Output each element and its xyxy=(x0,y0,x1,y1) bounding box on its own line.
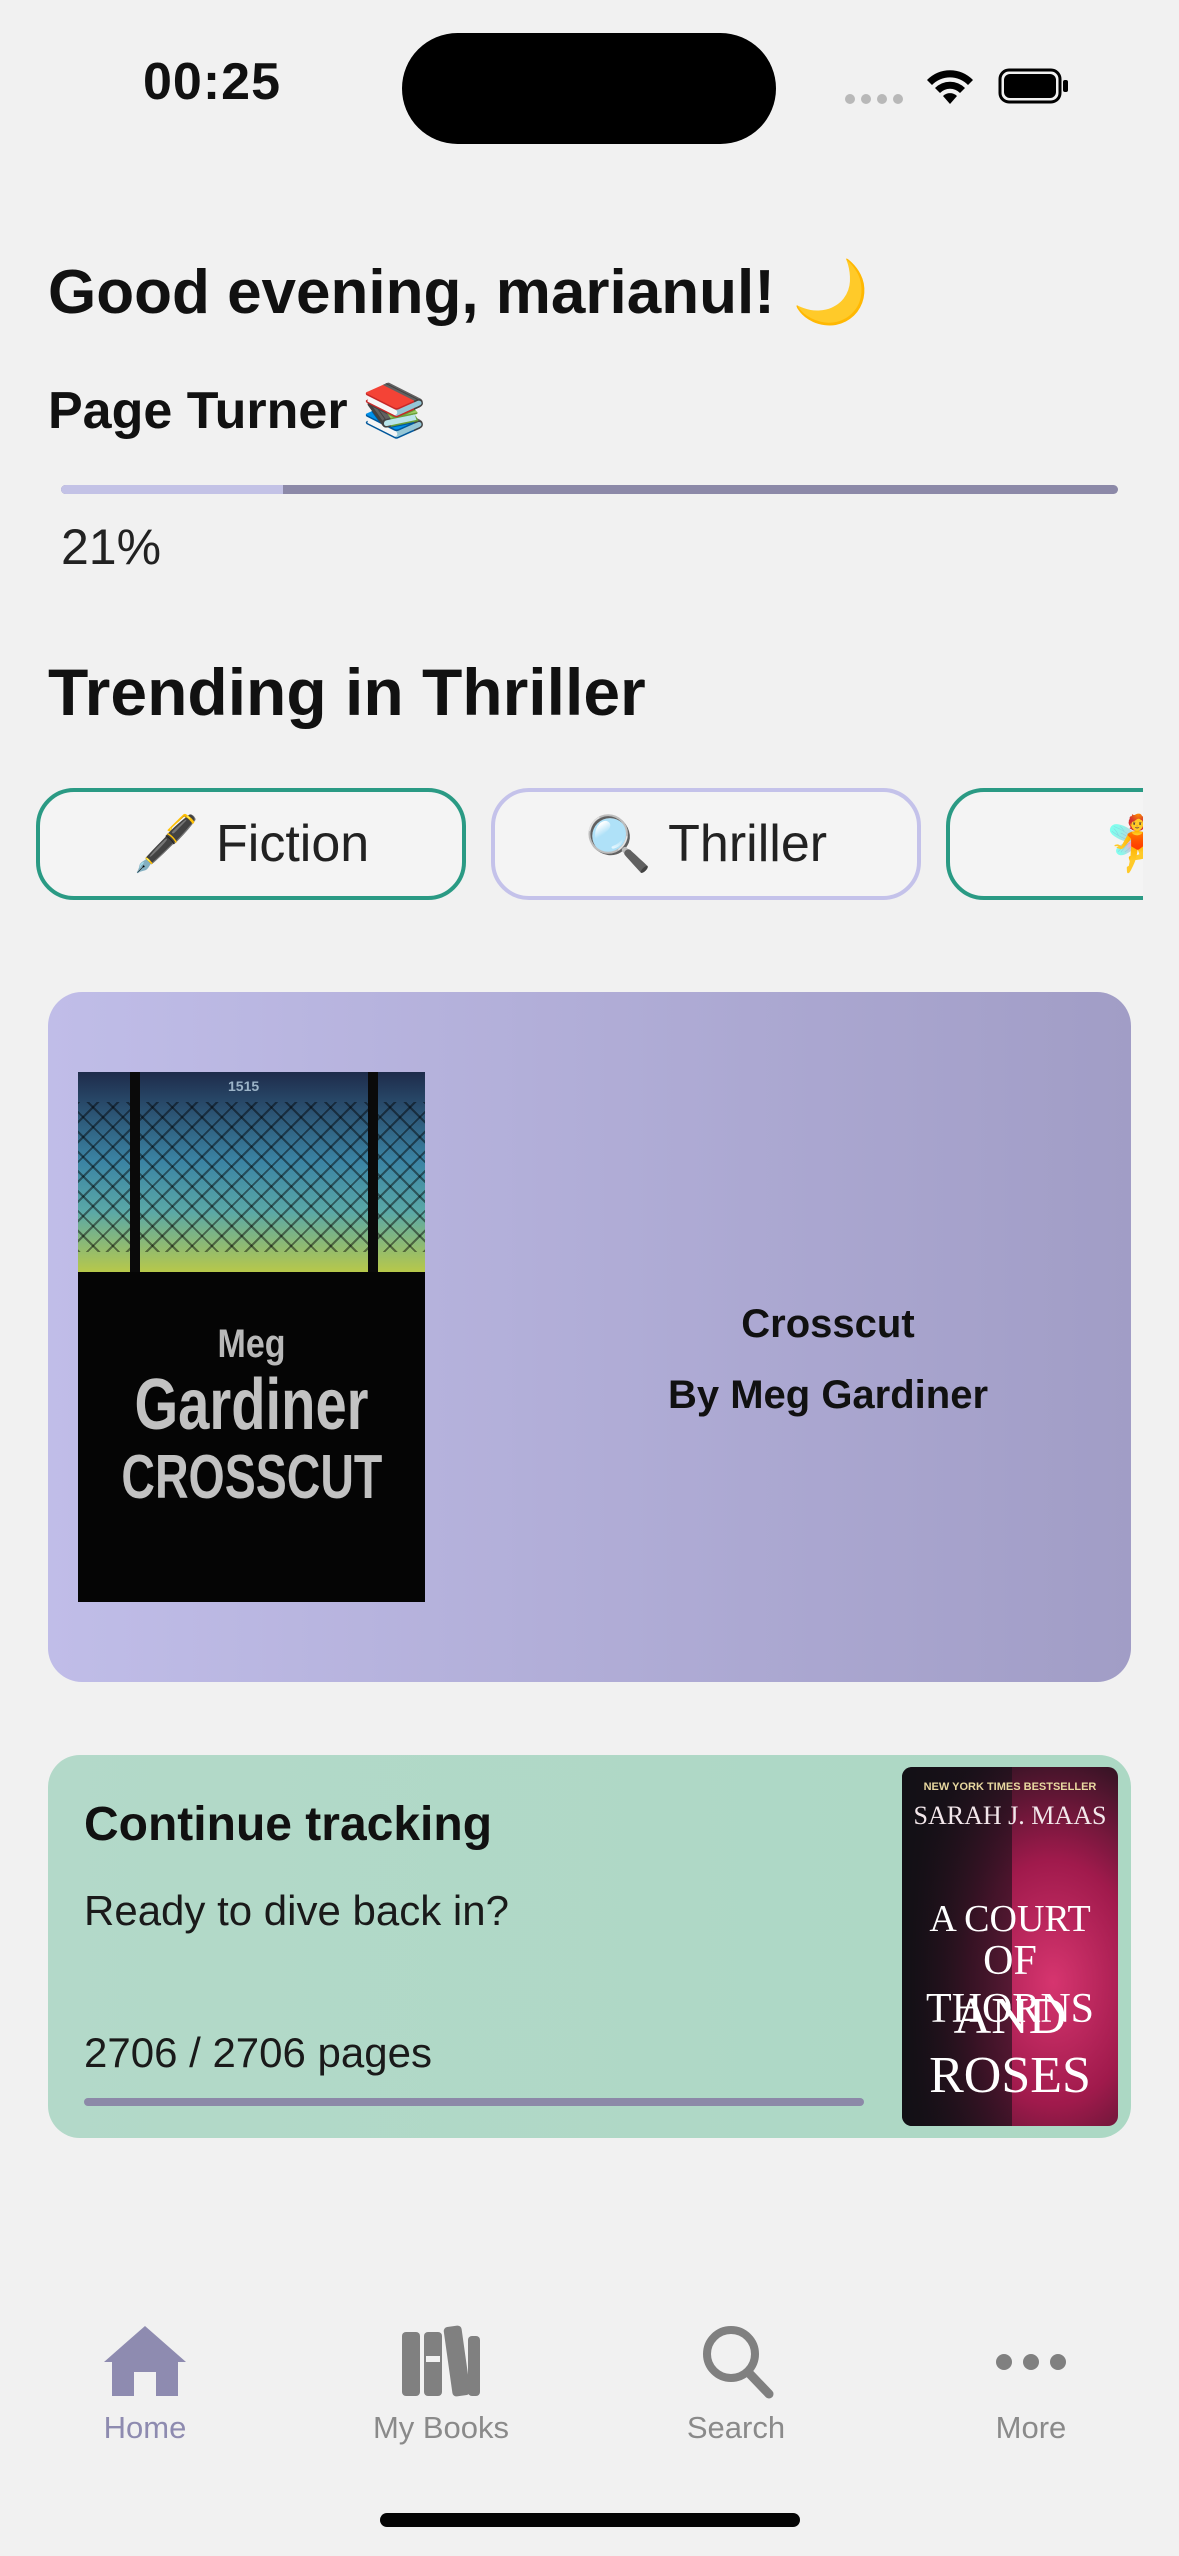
continue-tracking-card[interactable]: Continue tracking Ready to dive back in?… xyxy=(48,1755,1131,2138)
genre-chip-thriller[interactable]: 🔍 Thriller xyxy=(491,788,921,900)
cellular-signal-icon xyxy=(845,94,903,104)
tab-home[interactable]: Home xyxy=(45,2320,245,2446)
genre-chip-fiction[interactable]: 🖋️ Fiction xyxy=(36,788,466,900)
reading-level-progress-fill xyxy=(61,485,283,494)
continue-tracking-subtitle: Ready to dive back in? xyxy=(84,1887,509,1934)
bottom-tab-bar: Home My Books Search More xyxy=(0,2300,1179,2490)
continue-tracking-title: Continue tracking xyxy=(84,1798,493,1851)
cover-title: CROSSCUT xyxy=(121,1443,383,1512)
trending-book-title: Crosscut xyxy=(741,1302,915,1346)
trending-book-card[interactable]: 1515 Meg Gardiner CROSSCUT Crosscut By M… xyxy=(48,992,1131,1682)
tab-search-label: Search xyxy=(686,2410,786,2445)
reading-level-progress-bar xyxy=(61,485,1118,494)
battery-icon xyxy=(998,68,1068,104)
greeting-heading: Good evening, marianul! 🌙 xyxy=(48,258,870,327)
book-cover-crosscut: 1515 Meg Gardiner CROSSCUT xyxy=(78,1072,425,1602)
tab-search[interactable]: Search xyxy=(636,2320,836,2446)
pages-progress-text: 2706 / 2706 pages xyxy=(84,2029,432,2076)
search-icon xyxy=(703,2326,774,2399)
cover-author-last: Gardiner xyxy=(134,1365,369,1445)
status-time: 00:25 xyxy=(143,53,281,111)
trending-book-author: By Meg Gardiner xyxy=(667,1373,989,1417)
genre-chip-label: Thriller xyxy=(668,815,828,873)
cover-title-line1: A COURT xyxy=(929,1898,1091,1940)
more-icon xyxy=(996,2354,1066,2370)
tab-my-books-label: My Books xyxy=(372,2410,510,2445)
house-icon xyxy=(104,2326,186,2396)
book-cover-court-of-thorns-and-roses: NEW YORK TIMES BESTSELLER SARAH J. MAAS … xyxy=(902,1767,1118,2126)
pages-progress-fill xyxy=(84,2098,864,2106)
cover-title-line3: AND ROSES xyxy=(929,1988,1091,2104)
cover-banner: NEW YORK TIMES BESTSELLER xyxy=(923,1781,1097,1793)
reading-level-percent: 21% xyxy=(61,519,162,575)
trending-book-info: Crosscut By Meg Gardiner xyxy=(538,1302,1118,1418)
tab-more[interactable]: More xyxy=(931,2320,1131,2446)
tab-my-books[interactable]: My Books xyxy=(341,2320,541,2446)
genre-chip-fantasy[interactable]: 🧚 F xyxy=(946,788,1143,900)
tab-more-label: More xyxy=(995,2410,1067,2445)
wifi-icon xyxy=(927,70,973,104)
pages-progress-bar xyxy=(84,2098,864,2106)
cover-number: 1515 xyxy=(228,1078,260,1094)
fairy-icon: 🧚 xyxy=(1103,813,1143,874)
reading-level-title: Page Turner 📚 xyxy=(48,382,427,440)
genre-chip-scroller[interactable]: 🖋️ Fiction 🔍 Thriller 🧚 F xyxy=(36,788,1143,908)
books-icon xyxy=(402,2325,480,2397)
home-screen: 00:25 Good evening, marianul! 🌙 Page Tur… xyxy=(0,0,1179,2556)
cover-author-first: Meg xyxy=(217,1322,286,1366)
genre-chip-label: Fiction xyxy=(216,815,370,873)
home-indicator[interactable] xyxy=(380,2513,800,2527)
magnifying-glass-icon: 🔍 xyxy=(584,813,653,874)
fountain-pen-icon: 🖋️ xyxy=(132,813,201,874)
cover-author: SARAH J. MAAS xyxy=(913,1801,1107,1830)
trending-section-title: Trending in Thriller xyxy=(48,655,646,729)
tab-home-label: Home xyxy=(103,2410,187,2445)
dynamic-island xyxy=(402,33,776,144)
